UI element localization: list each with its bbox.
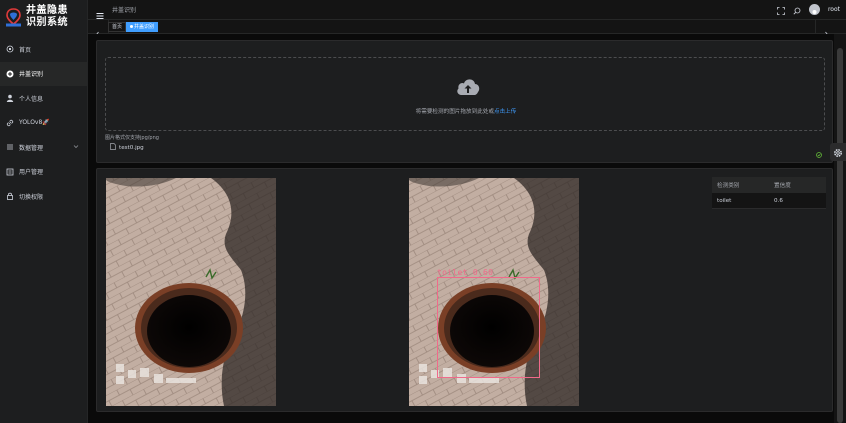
upload-success-icon	[816, 143, 822, 162]
header-actions: root	[777, 0, 846, 19]
users-icon	[6, 168, 14, 176]
table-header: 检测类别 置信度	[712, 177, 826, 193]
sidebar-item-label: 个人信息	[19, 95, 44, 103]
upload-card: 将需要检测的图片拖放到此处或点击上传 图片格式仅支持jpg/png test0.…	[96, 40, 833, 163]
search-icon[interactable]	[793, 0, 801, 19]
app-root: 井盖隐患 识别系统 首页 井盖识别 个人信息 YOLOv8🚀 数据管理 用户管理…	[0, 0, 846, 423]
upload-tip: 图片格式仅支持jpg/png	[105, 135, 159, 141]
settings-button[interactable]	[830, 143, 846, 161]
file-name: test0.jpg	[119, 144, 144, 151]
sidebar-item-label: 数据管理	[19, 144, 44, 152]
logo: 井盖隐患 识别系统	[0, 0, 87, 34]
column-header-category: 检测类别	[717, 183, 740, 189]
breadcrumb: 井盖识别	[112, 7, 137, 14]
cell-category: toilet	[717, 197, 732, 204]
detection-label: toilet 0.60	[437, 268, 494, 277]
sidebar-item-home[interactable]: 首页	[0, 37, 87, 62]
username[interactable]: root	[828, 6, 840, 13]
click-upload-link[interactable]: 点击上传	[494, 109, 516, 115]
list-icon	[6, 143, 14, 151]
scrollbar-thumb[interactable]	[837, 48, 843, 423]
cell-confidence: 0.6	[774, 197, 783, 204]
plus-circle-icon	[6, 70, 14, 78]
app-title-line2: 识别系统	[26, 17, 68, 28]
sidebar-item-label: 用户管理	[19, 169, 44, 177]
sidebar-item-profile[interactable]: 个人信息	[0, 86, 87, 111]
avatar[interactable]	[808, 4, 820, 15]
detection-results-table: 检测类别 置信度 toilet 0.6	[712, 177, 826, 209]
detection-result-image: toilet 0.60	[409, 178, 579, 406]
sidebar: 井盖隐患 识别系统 首页 井盖识别 个人信息 YOLOv8🚀 数据管理 用户管理…	[0, 0, 88, 423]
sidebar-item-manhole-detect[interactable]: 井盖识别	[0, 61, 87, 86]
logo-image	[5, 7, 22, 27]
upload-instruction: 将需要检测的图片拖放到此处或	[415, 109, 494, 115]
sidebar-item-data-management[interactable]: 数据管理	[0, 135, 87, 160]
home-icon	[6, 45, 14, 53]
document-icon	[110, 143, 116, 152]
lock-icon	[6, 192, 14, 201]
user-icon	[6, 94, 14, 103]
gear-icon	[833, 143, 843, 162]
fullscreen-icon[interactable]	[777, 0, 785, 19]
chevron-down-icon	[73, 144, 79, 151]
result-card: toilet 0.60 检测类别 置信度 toilet 0.6	[96, 168, 833, 412]
tags-view: 首页 井盖识别	[88, 19, 846, 38]
sidebar-item-label: 切换权限	[19, 193, 44, 201]
sidebar-item-label: 井盖识别	[19, 71, 44, 79]
sidebar-item-switch-permission[interactable]: 切换权限	[0, 184, 87, 209]
sidebar-item-label: 首页	[19, 46, 32, 54]
upload-dropzone[interactable]: 将需要检测的图片拖放到此处或点击上传	[105, 57, 825, 131]
uploaded-file-item[interactable]: test0.jpg	[110, 143, 144, 152]
top-header: 井盖识别 root	[88, 0, 846, 19]
tab-home[interactable]: 首页	[108, 22, 127, 32]
sidebar-item-user-management[interactable]: 用户管理	[0, 160, 87, 185]
sidebar-item-yolov8[interactable]: YOLOv8🚀	[0, 111, 87, 136]
active-dot-icon	[130, 25, 133, 28]
tab-manhole-detect[interactable]: 井盖识别	[126, 22, 159, 32]
table-row: toilet 0.6	[712, 193, 826, 209]
tab-label: 井盖识别	[134, 24, 155, 30]
detection-bounding-box	[437, 277, 540, 378]
upload-cloud-icon	[456, 77, 480, 101]
column-header-confidence: 置信度	[774, 183, 791, 189]
app-title-line1: 井盖隐患	[26, 5, 68, 16]
sidebar-item-label: YOLOv8🚀	[19, 119, 50, 127]
main-content: 将需要检测的图片拖放到此处或点击上传 图片格式仅支持jpg/png test0.…	[88, 34, 834, 423]
page-scrollbar[interactable]	[834, 34, 846, 423]
link-icon	[6, 119, 14, 127]
sidebar-menu: 首页 井盖识别 个人信息 YOLOv8🚀 数据管理 用户管理 切换权限	[0, 37, 87, 209]
original-image	[106, 178, 276, 406]
